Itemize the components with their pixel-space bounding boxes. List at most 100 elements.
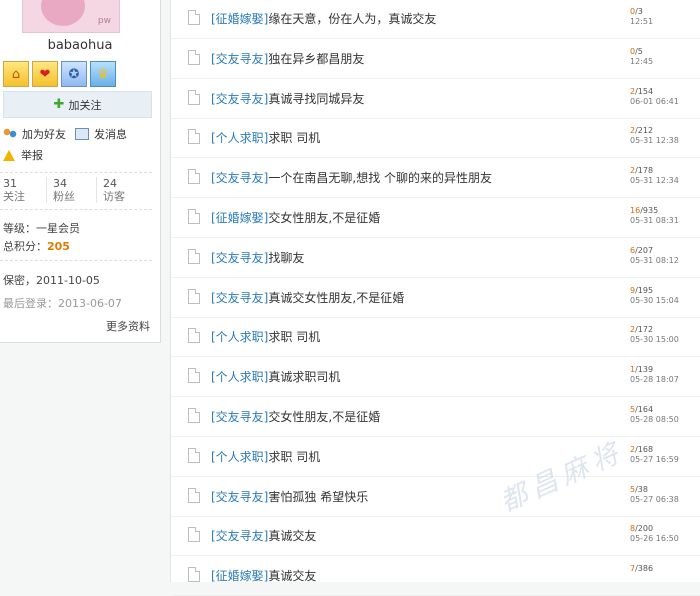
stat-visitors[interactable]: 24 访客 — [96, 177, 148, 203]
post-title[interactable]: 真诚交女性朋友,不是征婚 — [268, 291, 404, 305]
post-title[interactable]: 找聊友 — [268, 251, 304, 265]
last-login-info: 最后登录：2013-06-07 — [3, 295, 122, 311]
post-stats: 0/3 12:51 — [630, 7, 654, 26]
house-icon[interactable]: ⌂ — [3, 61, 29, 87]
username[interactable]: babaohua — [0, 38, 160, 53]
post-stats: 6/207 05-31 08:12 — [630, 245, 679, 265]
document-icon — [188, 527, 200, 543]
post-title[interactable]: 交女性朋友,不是征婚 — [268, 410, 380, 424]
document-icon — [188, 328, 200, 344]
post-title[interactable]: 求职 司机 — [268, 330, 320, 344]
add-friend-button[interactable]: 加为好友 — [3, 126, 66, 142]
post-title-line: [交友寻友]真诚交友 — [211, 527, 316, 544]
document-icon — [188, 248, 200, 264]
post-category[interactable]: [交友寻友] — [211, 52, 268, 66]
table-row[interactable]: [个人求职]求职 司机 2/212 05-31 12:38 — [171, 117, 700, 159]
last-login-label: 最后登录： — [3, 297, 58, 310]
document-icon — [188, 89, 200, 105]
table-row[interactable]: [交友寻友]害怕孤独 希望快乐 5/38 05-27 06:38 — [171, 476, 700, 517]
post-title[interactable]: 独在异乡都昌朋友 — [268, 52, 364, 66]
more-info-link[interactable]: 更多资料 — [106, 318, 150, 334]
stat-label: 访客 — [103, 190, 125, 203]
heart-icon[interactable]: ❤ — [32, 61, 58, 87]
users-icon — [3, 128, 17, 140]
post-title[interactable]: 害怕孤独 希望快乐 — [268, 490, 368, 504]
post-title-line: [个人求职]求职 司机 — [211, 448, 320, 465]
send-message-button[interactable]: 发消息 — [75, 126, 127, 142]
post-category[interactable]: [交友寻友] — [211, 529, 268, 543]
post-stats: 2/178 05-31 12:34 — [630, 166, 679, 186]
post-date: 05-30 15:00 — [630, 335, 679, 345]
table-row[interactable]: [征婚嫁娶]缘在天意，份在人为，真诚交友 0/3 12:51 — [171, 0, 700, 39]
follow-button[interactable]: ✚ 加关注 — [3, 91, 152, 118]
post-title-line: [个人求职]求职 司机 — [211, 328, 320, 345]
post-title[interactable]: 求职 司机 — [268, 450, 320, 464]
badge-list: ⌂ ❤ ✪ ♛ — [3, 61, 116, 87]
post-category[interactable]: [个人求职] — [211, 131, 268, 145]
post-category[interactable]: [个人求职] — [211, 330, 268, 344]
stat-label: 粉丝 — [53, 190, 75, 203]
post-category[interactable]: [交友寻友] — [211, 490, 268, 504]
birthday-label: 保密， — [3, 274, 36, 287]
post-title[interactable]: 求职 司机 — [268, 131, 320, 145]
post-stats: 2/154 06-01 06:41 — [630, 86, 679, 106]
stat-following[interactable]: 31 关注 — [3, 177, 48, 203]
table-row[interactable]: [个人求职]真诚求职司机 1/139 05-28 18:07 — [171, 356, 700, 398]
table-row[interactable]: [个人求职]求职 司机 2/172 05-30 15:00 — [171, 316, 700, 358]
view-count: 172 — [637, 325, 654, 335]
post-category[interactable]: [征婚嫁娶] — [211, 211, 268, 225]
document-icon — [188, 129, 200, 145]
post-stats: 8/200 05-26 16:50 — [630, 524, 679, 544]
post-category[interactable]: [交友寻友] — [211, 410, 268, 424]
reply-count: 0 — [630, 46, 636, 56]
document-icon — [188, 49, 200, 65]
post-category[interactable]: [交友寻友] — [211, 92, 268, 106]
last-login-value: 2013-06-07 — [58, 297, 122, 310]
post-title[interactable]: 真诚交友 — [268, 529, 316, 543]
post-category[interactable]: [征婚嫁娶] — [211, 569, 268, 583]
post-category[interactable]: [交友寻友] — [211, 251, 268, 265]
trophy-icon[interactable]: ♛ — [90, 61, 116, 87]
post-category[interactable]: [交友寻友] — [211, 291, 268, 305]
report-button[interactable]: 举报 — [3, 147, 43, 163]
stat-label: 关注 — [3, 190, 25, 203]
message-icon — [75, 128, 89, 140]
stat-followers[interactable]: 34 粉丝 — [46, 177, 98, 203]
post-title[interactable]: 真诚求职司机 — [268, 370, 340, 384]
table-row[interactable]: [交友寻友]真诚交女性朋友,不是征婚 9/195 05-30 15:04 — [171, 277, 700, 318]
table-row[interactable]: [交友寻友]独在异乡都昌朋友 0/5 12:45 — [171, 38, 700, 79]
post-title[interactable]: 真诚交友 — [268, 569, 316, 583]
post-date: 05-30 15:04 — [630, 295, 679, 305]
post-category[interactable]: [征婚嫁娶] — [211, 12, 268, 26]
table-row[interactable]: [交友寻友]一个在南昌无聊,想找 个聊的来的异性朋友 2/178 05-31 12:… — [171, 157, 700, 199]
post-title[interactable]: 真诚寻找同城异友 — [268, 92, 364, 106]
table-row[interactable]: [个人求职]求职 司机 2/168 05-27 16:59 — [171, 436, 700, 477]
view-count: 38 — [637, 484, 648, 494]
post-category[interactable]: [个人求职] — [211, 450, 268, 464]
post-title-line: [交友寻友]害怕孤独 希望快乐 — [211, 488, 368, 505]
view-count: 195 — [637, 285, 654, 295]
table-row[interactable]: [征婚嫁娶]真诚交友 7/386 — [171, 555, 700, 596]
post-title[interactable]: 一个在南昌无聊,想找 个聊的来的异性朋友 — [268, 171, 492, 185]
post-stats: 0/5 12:45 — [630, 46, 654, 66]
post-category[interactable]: [个人求职] — [211, 370, 268, 384]
table-row[interactable]: [交友寻友]交女性朋友,不是征婚 5/164 05-28 08:50 — [171, 396, 700, 437]
post-date: 05-31 08:12 — [630, 255, 679, 265]
medal-icon[interactable]: ✪ — [61, 61, 87, 87]
reply-count: 9 — [630, 285, 636, 295]
post-title[interactable]: 交女性朋友,不是征婚 — [268, 211, 380, 225]
warning-icon — [3, 149, 15, 161]
table-row[interactable]: [交友寻友]真诚寻找同城异友 2/154 06-01 06:41 — [171, 78, 700, 119]
post-title-line: [征婚嫁娶]缘在天意，份在人为，真诚交友 — [211, 10, 436, 27]
post-date: 05-31 12:38 — [630, 136, 679, 146]
table-row[interactable]: [交友寻友]真诚交友 8/200 05-26 16:50 — [171, 515, 700, 557]
table-row[interactable]: [征婚嫁娶]交女性朋友,不是征婚 16/935 05-31 08:31 — [171, 197, 700, 238]
view-count: 200 — [637, 524, 654, 534]
post-title[interactable]: 缘在天意，份在人为，真诚交友 — [268, 12, 436, 26]
avatar[interactable]: pw — [22, 0, 120, 33]
reply-count: 8 — [630, 524, 636, 534]
avatar-text: pw — [97, 16, 111, 26]
table-row[interactable]: [交友寻友]找聊友 6/207 05-31 08:12 — [171, 237, 700, 278]
post-category[interactable]: [交友寻友] — [211, 171, 268, 185]
reply-count: 5 — [630, 405, 636, 414]
